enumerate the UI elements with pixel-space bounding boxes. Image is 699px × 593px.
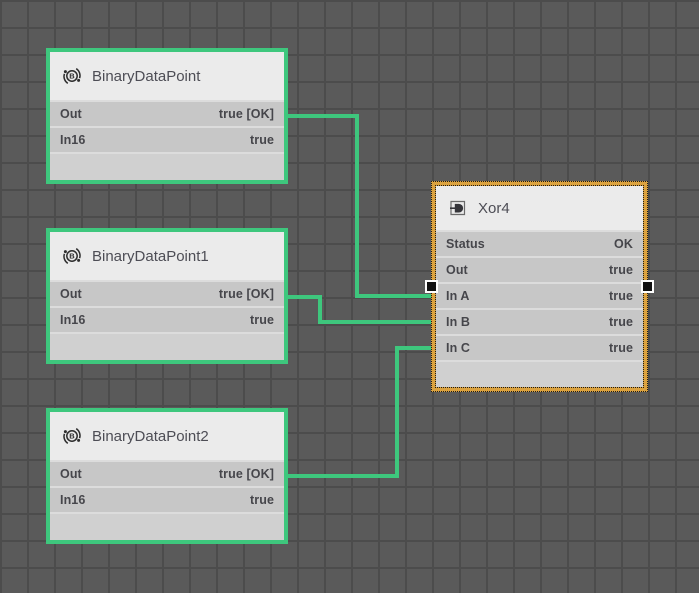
wiresheet-canvas[interactable]: B BinaryDataPoint Out true [OK] In16 tru… xyxy=(0,0,699,593)
property-label: In16 xyxy=(60,133,85,147)
node-header[interactable]: B BinaryDataPoint1 xyxy=(50,232,284,280)
selection-handle-right[interactable] xyxy=(641,280,654,293)
node-xor4[interactable]: Xor4 Status OK Out true In A true In B t… xyxy=(431,181,648,392)
empty-row xyxy=(50,332,284,360)
property-value: true xyxy=(609,341,633,355)
xor-gate-icon xyxy=(448,198,468,218)
property-label: In16 xyxy=(60,493,85,507)
property-label: Out xyxy=(60,107,82,121)
node-header[interactable]: Xor4 xyxy=(436,186,643,230)
property-value: true xyxy=(250,313,274,327)
property-label: Out xyxy=(60,287,82,301)
empty-row xyxy=(436,360,643,387)
property-row-in16[interactable]: In16 true xyxy=(50,306,284,332)
svg-text:B: B xyxy=(69,72,75,81)
property-label: In B xyxy=(446,315,470,329)
property-row-in16[interactable]: In16 true xyxy=(50,486,284,512)
property-row-inc[interactable]: In C true xyxy=(436,334,643,360)
property-row-out[interactable]: Out true [OK] xyxy=(50,280,284,306)
svg-text:B: B xyxy=(69,252,75,261)
property-row-ina[interactable]: In A true xyxy=(436,282,643,308)
wire-binarydatapoint-out-to-xor4-ina[interactable] xyxy=(284,116,436,296)
wire-binarydatapoint1-out-to-xor4-inb[interactable] xyxy=(284,297,436,322)
node-title: BinaryDataPoint2 xyxy=(92,428,209,445)
node-binarydatapoint[interactable]: B BinaryDataPoint Out true [OK] In16 tru… xyxy=(46,48,288,184)
property-value: OK xyxy=(614,237,633,251)
selection-handle-left[interactable] xyxy=(425,280,438,293)
node-binarydatapoint1[interactable]: B BinaryDataPoint1 Out true [OK] In16 tr… xyxy=(46,228,288,364)
svg-text:B: B xyxy=(69,432,75,441)
binary-point-icon: B xyxy=(62,246,82,266)
property-value: true xyxy=(609,315,633,329)
property-row-inb[interactable]: In B true xyxy=(436,308,643,334)
property-row-out[interactable]: Out true [OK] xyxy=(50,460,284,486)
binary-point-icon: B xyxy=(62,66,82,86)
property-value: true xyxy=(609,289,633,303)
wire-binarydatapoint2-out-to-xor4-inc[interactable] xyxy=(284,348,436,476)
node-title: Xor4 xyxy=(478,200,510,217)
property-value: true [OK] xyxy=(219,467,274,481)
node-header[interactable]: B BinaryDataPoint2 xyxy=(50,412,284,460)
property-label: In A xyxy=(446,289,470,303)
property-label: In16 xyxy=(60,313,85,327)
property-row-out[interactable]: Out true [OK] xyxy=(50,100,284,126)
property-row-in16[interactable]: In16 true xyxy=(50,126,284,152)
property-value: true [OK] xyxy=(219,107,274,121)
empty-row xyxy=(50,512,284,540)
property-value: true xyxy=(250,493,274,507)
node-header[interactable]: B BinaryDataPoint xyxy=(50,52,284,100)
property-value: true xyxy=(250,133,274,147)
property-row-out[interactable]: Out true xyxy=(436,256,643,282)
property-label: In C xyxy=(446,341,470,355)
property-label: Out xyxy=(60,467,82,481)
binary-point-icon: B xyxy=(62,426,82,446)
node-title: BinaryDataPoint1 xyxy=(92,248,209,265)
node-binarydatapoint2[interactable]: B BinaryDataPoint2 Out true [OK] In16 tr… xyxy=(46,408,288,544)
property-value: true xyxy=(609,263,633,277)
property-value: true [OK] xyxy=(219,287,274,301)
empty-row xyxy=(50,152,284,180)
node-title: BinaryDataPoint xyxy=(92,68,200,85)
property-label: Out xyxy=(446,263,468,277)
property-label: Status xyxy=(446,237,485,251)
property-row-status[interactable]: Status OK xyxy=(436,230,643,256)
